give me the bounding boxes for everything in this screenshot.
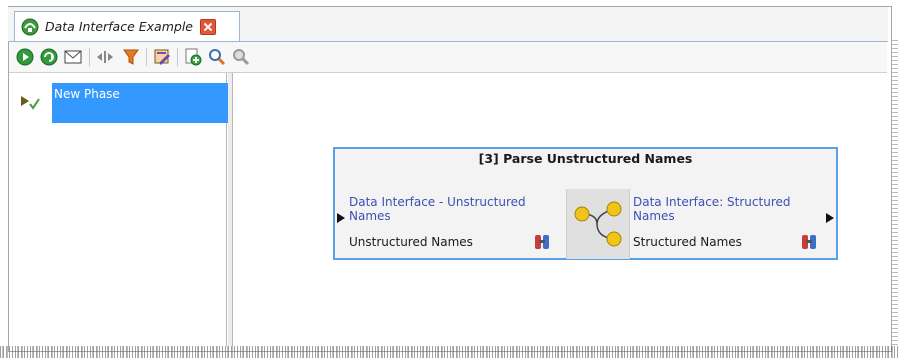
split-icon[interactable] bbox=[95, 47, 115, 67]
toolbar bbox=[9, 42, 887, 73]
close-icon[interactable] bbox=[200, 18, 216, 35]
torn-edge-bottom bbox=[0, 346, 900, 358]
process-icon bbox=[21, 18, 39, 35]
tree-item-new-phase[interactable]: New Phase bbox=[20, 83, 234, 123]
tab-strip: Data Interface Example bbox=[8, 7, 888, 42]
toolbar-separator bbox=[177, 48, 178, 66]
output-type: Structured Names bbox=[633, 235, 742, 249]
find-disabled-icon bbox=[231, 47, 251, 67]
find-icon[interactable] bbox=[207, 47, 227, 67]
input-port-arrow[interactable] bbox=[337, 213, 345, 223]
database-icon bbox=[535, 235, 549, 249]
output-label: Data Interface: Structured Names bbox=[633, 195, 791, 223]
phase-icon bbox=[21, 96, 40, 110]
tab-data-interface-example[interactable]: Data Interface Example bbox=[14, 11, 240, 41]
input-label: Data Interface - Unstructured Names bbox=[349, 195, 526, 223]
email-icon[interactable] bbox=[63, 47, 83, 67]
filter-icon[interactable] bbox=[121, 47, 141, 67]
run-icon[interactable] bbox=[15, 47, 35, 67]
run-from-here-icon[interactable] bbox=[39, 47, 59, 67]
add-processor-icon[interactable] bbox=[183, 47, 203, 67]
processor-icon-box bbox=[566, 189, 630, 259]
processor-node[interactable]: [3] Parse Unstructured Names Data Interf… bbox=[333, 147, 838, 260]
phase-label: New Phase bbox=[52, 83, 234, 123]
torn-edge-right bbox=[892, 40, 898, 346]
node-title: [3] Parse Unstructured Names bbox=[478, 151, 693, 166]
edit-icon[interactable] bbox=[152, 47, 172, 67]
phase-tree: New Phase bbox=[9, 73, 234, 346]
database-icon bbox=[802, 235, 816, 249]
output-port-arrow[interactable] bbox=[826, 213, 834, 223]
toolbar-separator bbox=[89, 48, 90, 66]
processor-icon bbox=[574, 201, 622, 247]
toolbar-separator bbox=[146, 48, 147, 66]
input-type: Unstructured Names bbox=[349, 235, 473, 249]
tab-title: Data Interface Example bbox=[45, 19, 193, 34]
